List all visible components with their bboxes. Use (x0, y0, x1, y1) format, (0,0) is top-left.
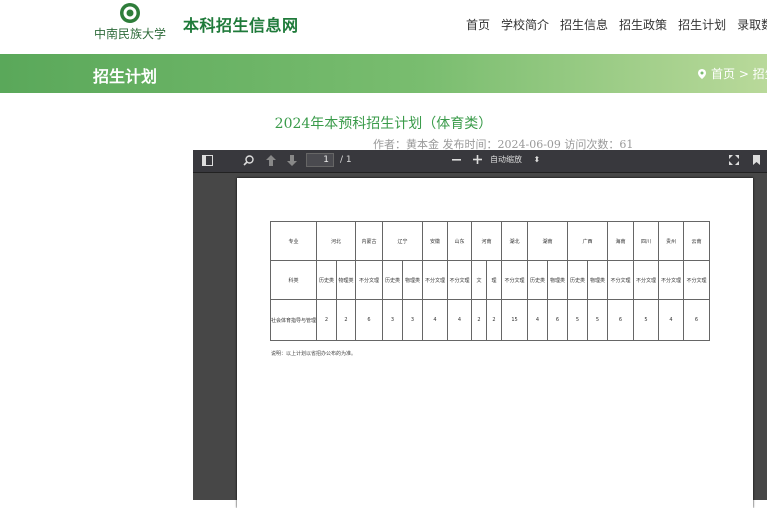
table-cell: 2 (336, 299, 356, 341)
table-cell: 安徽 (422, 221, 448, 261)
table-cell: 山东 (447, 221, 472, 261)
table-cell: 4 (422, 299, 448, 341)
table-cell: 物理类 (402, 260, 423, 300)
section-title: 招生计划 (93, 67, 158, 86)
table-cell: 15 (501, 299, 528, 341)
table-cell: 辽宁 (382, 221, 423, 261)
table-cell: 不分文理 (422, 260, 448, 300)
table-cell: 5 (567, 299, 588, 341)
table-cell: 5 (587, 299, 608, 341)
nav-admission-info[interactable]: 招生信息 (560, 16, 608, 33)
table-cell: 云南 (683, 221, 710, 261)
table-cell: 河北 (316, 221, 356, 261)
table-cell: 专业 (270, 221, 317, 261)
table-row-subjects: 科类 历史类 物理类 不分文理 历史类 物理类 不分文理 不分文理 文 理 不分… (270, 260, 710, 300)
page-number-input[interactable]: 1 (306, 153, 334, 167)
nav-plan[interactable]: 招生计划 (678, 16, 726, 33)
pdf-toolbar: 1 / 1 自动缩放 ⬍ (193, 150, 767, 173)
next-page-icon[interactable] (287, 155, 297, 166)
table-row-provinces: 专业 河北 内蒙古 辽宁 安徽 山东 河南 湖北 湖南 广西 海南 四川 贵州 … (270, 221, 710, 261)
search-icon[interactable] (243, 155, 254, 166)
pdf-viewer[interactable]: 1 / 1 自动缩放 ⬍ 专业 河北 内蒙古 辽宁 安徽 山东 河南 湖北 湖南… (193, 150, 767, 508)
page-total: / 1 (340, 155, 352, 165)
table-cell: 6 (355, 299, 383, 341)
table-cell: 3 (402, 299, 423, 341)
table-cell: 四川 (633, 221, 659, 261)
sidebar-toggle-icon[interactable] (202, 155, 213, 166)
table-cell: 海南 (607, 221, 634, 261)
table-cell: 湖北 (501, 221, 528, 261)
table-cell: 4 (527, 299, 548, 341)
table-cell: 不分文理 (658, 260, 684, 300)
table-cell: 贵州 (658, 221, 684, 261)
section-band: 招生计划 首页 > 招生 (0, 54, 767, 93)
table-cell: 3 (382, 299, 403, 341)
table-cell: 物理类 (587, 260, 608, 300)
site-header: 中南民族大学 本科招生信息网 首页 学校简介 招生信息 招生政策 招生计划 录取… (0, 0, 767, 54)
table-cell: 湖南 (527, 221, 568, 261)
breadcrumb-text[interactable]: 首页 > 招生 (711, 67, 767, 81)
table-cell: 不分文理 (683, 260, 710, 300)
site-title[interactable]: 本科招生信息网 (183, 12, 299, 36)
table-cell: 不分文理 (501, 260, 528, 300)
nav-home[interactable]: 首页 (466, 16, 490, 33)
table-cell: 社会体育指导与管理 (270, 299, 317, 341)
table-cell: 广西 (567, 221, 608, 261)
table-cell: 4 (658, 299, 684, 341)
table-cell: 不分文理 (355, 260, 383, 300)
zoom-value: 自动缩放 (490, 155, 522, 164)
nav-results[interactable]: 录取数据 (737, 16, 767, 33)
table-note: 说明：以上计划以省招办公布的为准。 (271, 351, 357, 357)
table-cell: 物理类 (547, 260, 568, 300)
bookmark-icon[interactable] (753, 155, 760, 165)
table-cell: 2 (471, 299, 487, 341)
location-pin-icon (698, 69, 706, 79)
table-cell: 不分文理 (633, 260, 659, 300)
table-cell: 河南 (471, 221, 502, 261)
table-cell: 内蒙古 (355, 221, 383, 261)
table-cell: 5 (633, 299, 659, 341)
pdf-page: 专业 河北 内蒙古 辽宁 安徽 山东 河南 湖北 湖南 广西 海南 四川 贵州 … (237, 178, 753, 508)
table-cell: 物理类 (336, 260, 356, 300)
table-cell: 不分文理 (447, 260, 472, 300)
svg-text:中南民族大学: 中南民族大学 (94, 26, 166, 41)
zoom-out-icon[interactable] (452, 159, 461, 162)
table-cell: 历史类 (527, 260, 548, 300)
main-nav: 首页 学校简介 招生信息 招生政策 招生计划 录取数据 (466, 16, 767, 33)
presentation-mode-icon[interactable] (729, 155, 739, 165)
enrollment-plan-table: 专业 河北 内蒙古 辽宁 安徽 山东 河南 湖北 湖南 广西 海南 四川 贵州 … (270, 221, 710, 341)
table-cell: 6 (607, 299, 634, 341)
table-cell: 不分文理 (607, 260, 634, 300)
table-cell: 历史类 (567, 260, 588, 300)
table-cell: 6 (547, 299, 568, 341)
previous-page-icon[interactable] (266, 155, 276, 166)
table-cell: 科类 (270, 260, 317, 300)
table-cell: 2 (486, 299, 502, 341)
table-row-major: 社会体育指导与管理 2 2 6 3 3 4 4 2 2 15 4 6 5 5 6… (270, 299, 710, 341)
table-cell: 历史类 (382, 260, 403, 300)
zoom-in-icon[interactable] (473, 155, 482, 164)
table-cell: 历史类 (316, 260, 337, 300)
table-cell: 理 (486, 260, 502, 300)
nav-policy[interactable]: 招生政策 (619, 16, 667, 33)
university-logo[interactable]: 中南民族大学 (92, 2, 172, 48)
nav-about[interactable]: 学校简介 (501, 16, 549, 33)
zoom-select[interactable]: 自动缩放 ⬍ (490, 154, 550, 165)
table-cell: 6 (683, 299, 710, 341)
table-cell: 4 (447, 299, 472, 341)
breadcrumb[interactable]: 首页 > 招生 (698, 65, 767, 82)
article-title: 2024年本预科招生计划（体育类） (274, 116, 493, 132)
table-cell: 2 (316, 299, 337, 341)
chevron-updown-icon: ⬍ (533, 155, 541, 164)
table-cell: 文 (471, 260, 487, 300)
